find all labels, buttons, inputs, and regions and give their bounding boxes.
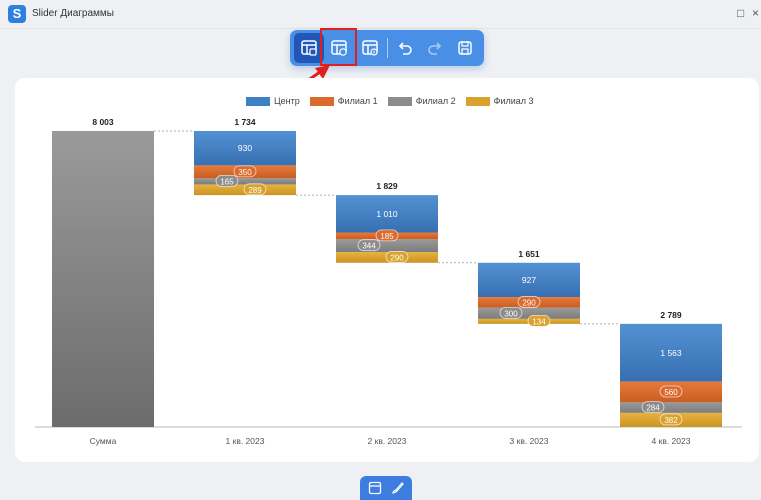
total-value-label: 8 003 bbox=[92, 117, 114, 127]
data-label: 134 bbox=[532, 317, 546, 326]
data-label: 350 bbox=[238, 168, 252, 177]
data-label: 185 bbox=[380, 232, 394, 241]
waterfall-chart: 8 003 930 350 165 289 1 734 1 010 185 344 290 1 82… bbox=[35, 117, 742, 446]
data-label: 927 bbox=[522, 275, 536, 285]
category-label: 4 кв. 2023 bbox=[652, 436, 691, 446]
data-label: 930 bbox=[238, 143, 252, 153]
data-label: 1 563 bbox=[660, 348, 682, 358]
brush-button[interactable] bbox=[389, 480, 407, 496]
data-label: 300 bbox=[504, 309, 518, 318]
category-label: 2 кв. 2023 bbox=[368, 436, 407, 446]
quarter-total-label: 1 651 bbox=[518, 249, 540, 259]
layout-icon bbox=[368, 481, 382, 495]
bar-total bbox=[52, 131, 154, 427]
brush-icon bbox=[392, 482, 404, 494]
data-label: 560 bbox=[664, 388, 678, 397]
category-label: 3 кв. 2023 bbox=[510, 436, 549, 446]
data-label: 165 bbox=[220, 177, 234, 186]
data-label: 1 010 bbox=[376, 209, 398, 219]
data-label: 290 bbox=[522, 298, 536, 307]
quarter-total-label: 2 789 bbox=[660, 310, 682, 320]
layout-button[interactable] bbox=[366, 480, 384, 496]
bar-segment-branch2 bbox=[194, 178, 296, 185]
data-label: 290 bbox=[390, 253, 404, 262]
bar-segment-branch2 bbox=[620, 402, 722, 413]
data-label: 382 bbox=[664, 416, 678, 425]
data-label: 289 bbox=[248, 186, 262, 195]
quarter-total-label: 1 734 bbox=[234, 117, 256, 127]
data-label: 344 bbox=[362, 242, 376, 251]
category-label: Сумма bbox=[90, 436, 117, 446]
category-label: 1 кв. 2023 bbox=[226, 436, 265, 446]
quarter-total-label: 1 829 bbox=[376, 181, 398, 191]
data-label: 284 bbox=[646, 404, 660, 413]
